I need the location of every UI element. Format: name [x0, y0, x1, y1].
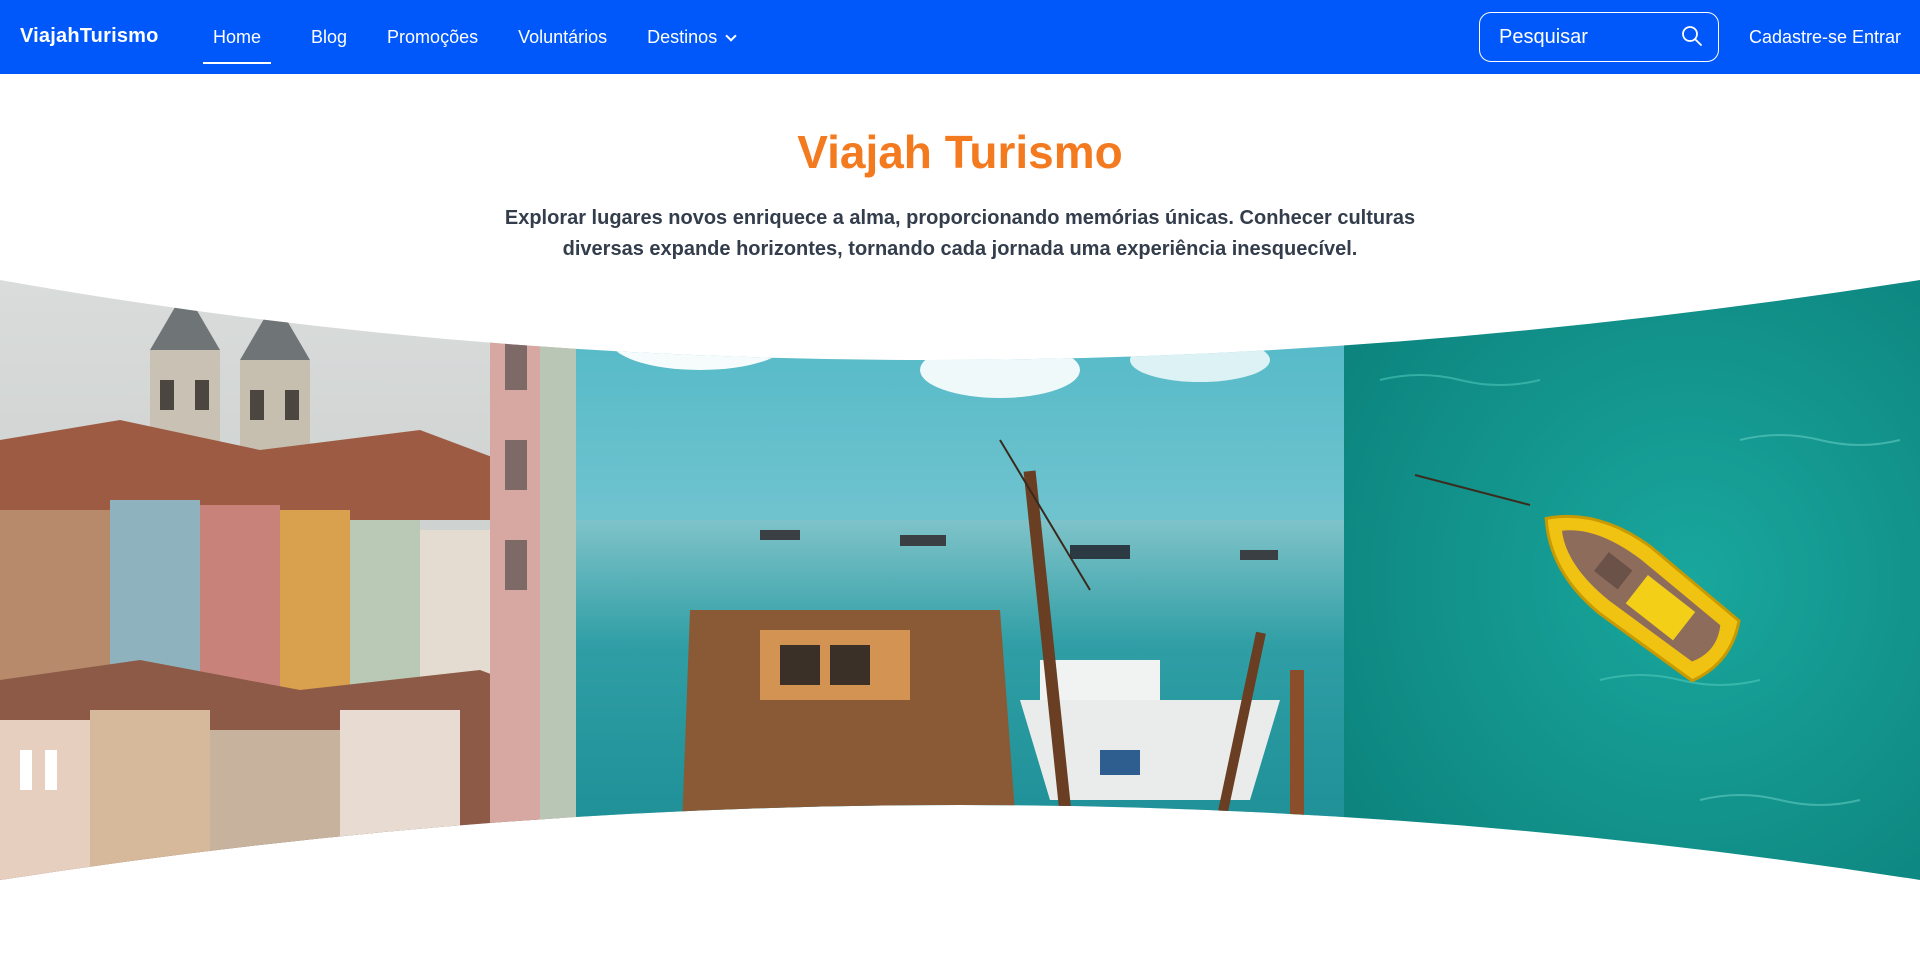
nav-link-label: Voluntários: [518, 26, 608, 47]
top-navbar: ViajahTurismo Home Blog Promoções Volunt…: [0, 0, 1920, 74]
nav-link-home[interactable]: Home: [203, 26, 272, 64]
search-box: [1479, 12, 1719, 62]
brand-logo[interactable]: ViajahTurismo: [20, 25, 159, 48]
photo-aerial-yellow-boat: [1344, 280, 1920, 880]
nav-dropdown-destinos[interactable]: Destinos: [647, 26, 737, 48]
search-icon[interactable]: [1680, 24, 1704, 48]
hero-description: Explorar lugares novos enriquece a alma,…: [504, 207, 1416, 260]
nav-link-blog[interactable]: Blog: [311, 27, 347, 48]
photo-colonial-city: [0, 280, 576, 880]
signup-link[interactable]: Cadastre-se: [1749, 0, 1847, 74]
nav-link-label: Destinos: [647, 26, 718, 47]
hero-title: Viajah Turismo: [797, 126, 1123, 178]
nav-link-label: Home: [213, 26, 262, 47]
destination-gallery: [0, 280, 1920, 880]
page: ViajahTurismo Home Blog Promoções Volunt…: [0, 0, 1920, 973]
nav-links: Home Blog Promoções Voluntários Destinos: [203, 0, 775, 74]
photo-harbour-boats: [576, 280, 1344, 880]
login-link[interactable]: Entrar: [1852, 0, 1901, 74]
nav-link-voluntarios[interactable]: Voluntários: [518, 27, 607, 48]
search-input[interactable]: [1499, 25, 1679, 49]
chevron-down-icon: [725, 29, 737, 42]
next-section-heading-partial: [830, 960, 1030, 973]
nav-link-promocoes[interactable]: Promoções: [387, 27, 478, 48]
nav-link-label: Promoções: [387, 26, 479, 47]
nav-link-label: Blog: [311, 26, 348, 47]
